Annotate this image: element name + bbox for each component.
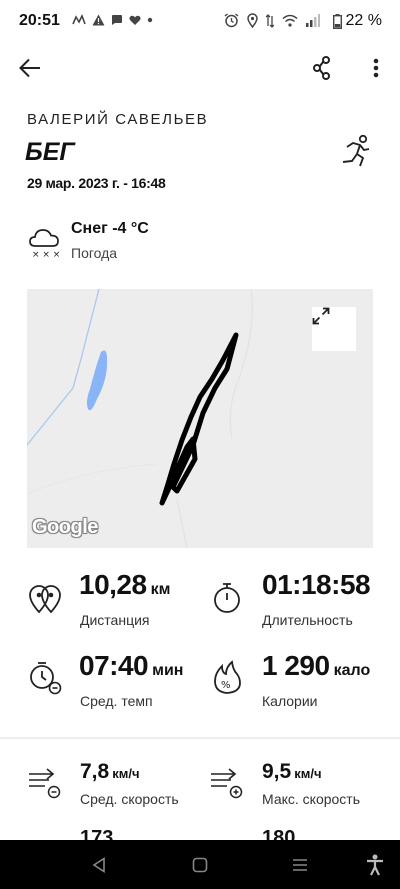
- home-square-icon: [192, 857, 208, 873]
- section-divider: [0, 737, 400, 739]
- weather-label: Погода: [71, 245, 118, 261]
- warning-icon: [92, 14, 105, 26]
- status-bar: 20:51 22 %: [0, 0, 400, 44]
- duration-label: Длительность: [262, 612, 353, 628]
- distance-unit: км: [150, 581, 171, 598]
- distance-value: 10,28: [79, 569, 147, 600]
- data-arrows-icon: [266, 13, 274, 28]
- share-button[interactable]: [306, 52, 338, 84]
- avg-speed-unit: км/ч: [112, 766, 140, 781]
- share-icon: [313, 56, 330, 80]
- message-icon: [112, 15, 122, 25]
- lake-shape: [86, 350, 108, 411]
- status-time: 20:51: [19, 12, 60, 29]
- nav-back-button[interactable]: [86, 852, 112, 878]
- battery-percent: 22 %: [345, 12, 382, 29]
- calories-unit: кало: [333, 662, 371, 679]
- system-nav-bar: [0, 840, 400, 889]
- speed-minus-icon: [29, 768, 61, 799]
- location-pins-icon: [29, 585, 61, 614]
- weather-title: Снег -4 °C: [71, 220, 149, 237]
- running-person-icon: [342, 134, 370, 167]
- activity-title: БЕГ: [25, 138, 75, 166]
- pace-unit: мин: [152, 662, 184, 679]
- avg-speed-value: 7,8: [80, 760, 110, 783]
- accessibility-icon: [367, 854, 383, 876]
- heart-icon: [129, 15, 141, 25]
- accessibility-button[interactable]: [362, 852, 388, 878]
- snow-cloud-icon: × × ×: [29, 229, 60, 260]
- signal-icon: [306, 14, 320, 27]
- nav-recents-button[interactable]: [287, 852, 313, 878]
- duration-value: 01:18:58: [262, 569, 371, 600]
- expand-map-button[interactable]: [312, 307, 356, 351]
- alarm-icon: [224, 13, 239, 28]
- dot-icon: [147, 17, 153, 23]
- route-map[interactable]: Google: [27, 289, 373, 548]
- stopwatch-icon: [214, 583, 240, 613]
- more-vertical-icon: [373, 58, 379, 78]
- pace-label: Сред. темп: [80, 693, 153, 709]
- google-logo: Google: [32, 516, 98, 538]
- battery-icon: [332, 13, 342, 29]
- wifi-icon: [282, 14, 298, 27]
- arrow-left-icon: [19, 58, 40, 78]
- calories-value: 1 290: [262, 650, 330, 681]
- back-button[interactable]: [14, 52, 46, 84]
- avg-speed-label: Сред. скорость: [80, 791, 179, 807]
- speed-plus-icon: [211, 768, 243, 799]
- pace-value: 07:40: [79, 650, 149, 681]
- more-options-button[interactable]: [360, 52, 392, 84]
- max-speed-unit: км/ч: [294, 766, 322, 781]
- max-speed-value: 9,5: [262, 760, 292, 783]
- max-speed-label: Макс. скорость: [262, 791, 361, 807]
- distance-label: Дистанция: [80, 612, 150, 628]
- activity-date: 29 мар. 2023 г. - 16:48: [27, 175, 166, 191]
- pace-clock-icon: [30, 662, 62, 695]
- recents-lines-icon: [293, 859, 307, 871]
- flame-icon: %: [214, 660, 241, 694]
- route-track: [159, 332, 239, 506]
- app-bar: [0, 44, 400, 92]
- user-name: ВАЛЕРИЙ САВЕЛЬЕВ: [27, 111, 209, 128]
- svg-text:× × ×: × × ×: [32, 250, 60, 260]
- expand-icon: [312, 307, 330, 325]
- location-icon: [247, 13, 258, 28]
- calories-label: Калории: [262, 693, 318, 709]
- nav-home-button[interactable]: [187, 852, 213, 878]
- activity-notification-icon: [72, 14, 86, 25]
- svg-text:%: %: [221, 680, 231, 691]
- triangle-back-icon: [92, 857, 105, 873]
